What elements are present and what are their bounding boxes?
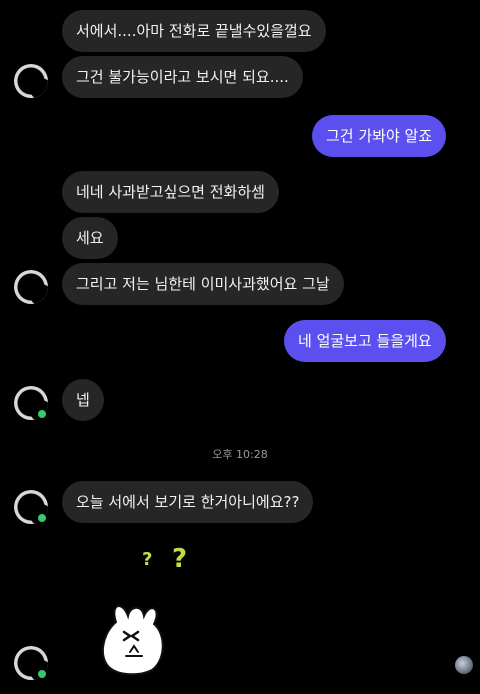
sticker-question-mark: ? [172, 544, 188, 574]
message-bubble-incoming[interactable]: 서에서....아마 전화로 끝낼수있을껄요 [62, 10, 326, 52]
message-timestamp: 오후 10:28 [212, 448, 268, 461]
message-bubble-incoming[interactable]: 넵 [62, 379, 104, 421]
message-bubble-incoming[interactable]: 그건 불가능이라고 보시면 되요.... [62, 56, 303, 98]
sticker-question-mark: ? [142, 549, 153, 570]
message-bubble-incoming[interactable]: 그리고 저는 님한테 이미사과했어요 그날 [62, 263, 344, 305]
message-bubble-incoming[interactable]: 세요 [62, 217, 118, 259]
message-bubble-outgoing[interactable]: 그건 가봐야 알죠 [312, 115, 447, 157]
message-bubble-incoming[interactable]: 오늘 서에서 보기로 한거아니에요?? [62, 481, 314, 523]
read-receipt-avatar [455, 656, 473, 674]
message-bubble-outgoing[interactable]: 네 얼굴보고 들을게요 [284, 320, 446, 362]
online-status-dot [36, 408, 48, 420]
online-status-dot [36, 512, 48, 524]
contact-avatar[interactable] [14, 270, 48, 304]
message-bubble-incoming[interactable]: 네네 사과받고싶으면 전화하셈 [62, 171, 279, 213]
confused-character-icon [101, 605, 164, 676]
confused-character-sticker[interactable] [96, 598, 176, 678]
online-status-dot [36, 668, 48, 680]
contact-avatar[interactable] [14, 64, 48, 98]
